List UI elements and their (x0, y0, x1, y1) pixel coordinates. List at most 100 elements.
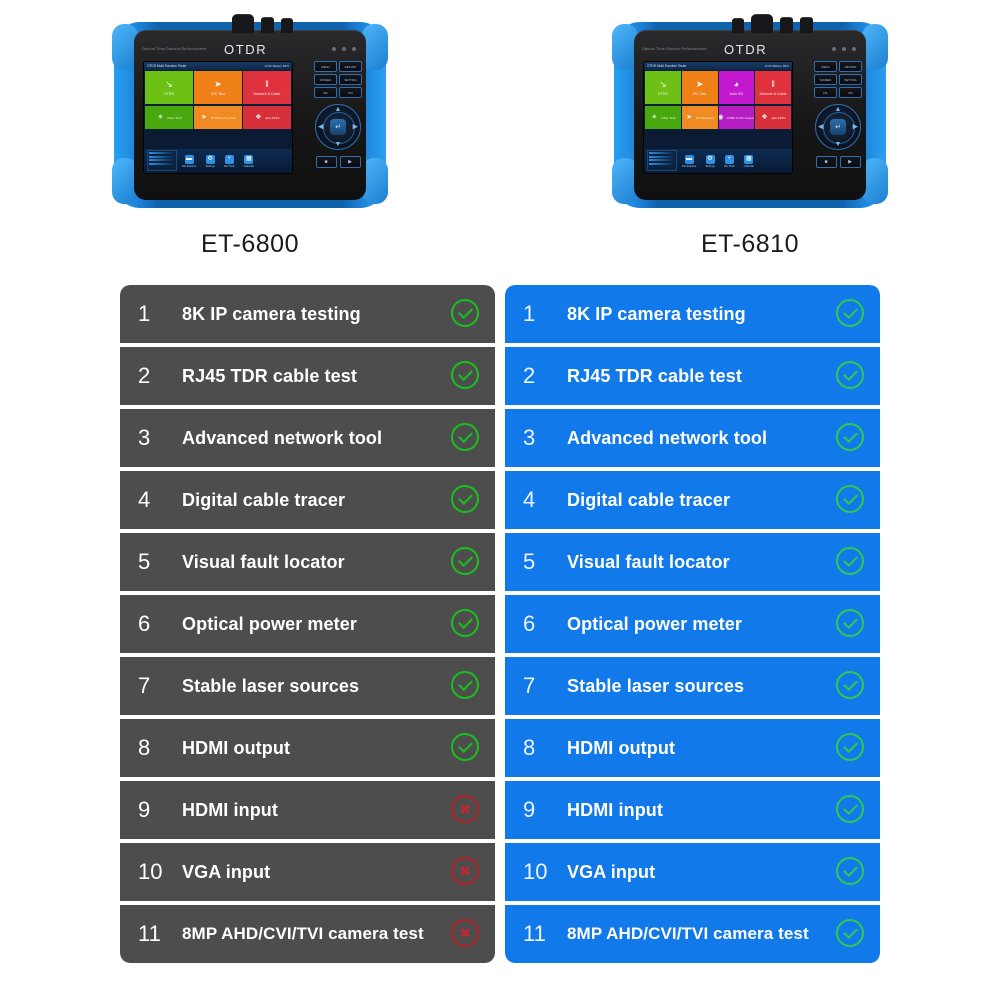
dpad-down-icon[interactable]: ▼ (335, 141, 342, 148)
check-circle-icon (836, 733, 866, 763)
product-label-left: ET-6800 (200, 230, 299, 258)
dock-item[interactable]: ⑂ Net Tools (724, 154, 735, 168)
screen-tile-otdr[interactable]: ↘ OTDR (145, 71, 193, 104)
dpad-navigation[interactable]: ▲ ▼ ◀ ▶ ↵ (315, 104, 361, 150)
screen-tile-ip-discovery[interactable]: ➤ IP Discovery (681, 106, 718, 129)
feature-row-label: Advanced network tool (567, 427, 768, 448)
screen-dock: ▬ File Explorer ⚙ Settings ⑂ Net Tools ▦ Calend… (144, 149, 292, 173)
feature-row: 1 8K IP camera testing (505, 285, 880, 343)
screen-tile-label: IP Discovery (696, 115, 715, 120)
screen-tile-network-cable[interactable]: ‖ Network & Cable (755, 71, 791, 104)
dpad-up-icon[interactable]: ▲ (835, 106, 842, 113)
check-circle-icon (836, 671, 866, 701)
mark-glyph (451, 919, 479, 947)
dpad-up-icon[interactable]: ▲ (335, 106, 342, 113)
screen-tile-apk-apps[interactable]: ❖ Apk APPs (755, 106, 791, 129)
dock-item[interactable]: ⚙ Settings (205, 154, 215, 168)
dock-item[interactable]: ▦ Calendar (744, 154, 754, 168)
keypad-button-setting[interactable]: SETTING (339, 74, 362, 85)
keypad-button-pm[interactable]: PM (339, 87, 362, 98)
keypad-button-[interactable]: ■ (315, 156, 337, 168)
dock-item-label: File Explorer (681, 164, 697, 168)
keypad-button-menu[interactable]: MENU (814, 61, 837, 72)
ipc-camera-icon: ➤ (214, 79, 222, 89)
led-icon (352, 47, 356, 51)
dpad-left-icon[interactable]: ◀ (818, 124, 823, 131)
discovery-icon: ➤ (686, 114, 693, 121)
screen-title: OTDR Multi-Function Tester (647, 64, 687, 68)
dock-item[interactable]: ⑂ Net Tools (224, 154, 235, 168)
feature-row-label: Visual fault locator (182, 551, 345, 572)
mark-glyph (451, 423, 479, 451)
feature-row-number: 3 (138, 425, 151, 450)
mark-glyph (836, 423, 864, 451)
screen-tile-cvbs-hd-coaxial[interactable]: ◉CVBS & HD Coaxial (718, 106, 755, 129)
product-column-right: Optical Time Domain Reflectometer OTDR O… (500, 0, 1000, 282)
screen-tile-label: CVBS & HD Coaxial (726, 115, 755, 120)
screen-tile-label: Network & Cable (253, 92, 281, 96)
feature-row: 3 Advanced network tool (120, 409, 495, 467)
connector-port-icon (281, 18, 293, 33)
dpad-navigation[interactable]: ▲ ▼ ◀ ▶ ↵ (815, 104, 861, 150)
screen-tile-ip-discovery-tool[interactable]: ➤ IP Discovery Tool (194, 106, 242, 129)
brand-subtitle: Optical Time Domain Reflectometer (642, 47, 707, 51)
screen-tile-grid-top: ↘ OTDR ➤ IPC Test ◕ Auto HD ‖ Network & Cable (644, 70, 792, 105)
screen-tile-ipc-test[interactable]: ➤ IPC Test (194, 71, 242, 104)
ipc-camera-icon: ➤ (695, 79, 704, 89)
keypad-button-vfl[interactable]: VFL (314, 87, 337, 98)
mark-glyph (836, 547, 864, 575)
device-screen[interactable]: OTDR Multi-Function Tester 12:06 Battery… (143, 61, 293, 174)
screen-tile-apk-apps[interactable]: ❖ Apk APPs (243, 106, 291, 129)
keypad-button-return[interactable]: RETURN (839, 61, 862, 72)
mark-glyph (451, 609, 479, 637)
screen-status: 12:06 Battery 86% (264, 64, 289, 68)
dpad-right-icon[interactable]: ▶ (853, 124, 858, 131)
feature-row-label: Stable laser sources (182, 675, 360, 696)
feature-row-label: Stable laser sources (567, 675, 745, 696)
screen-tile-fiber-tool[interactable]: ✴ Fiber Tool (645, 106, 681, 129)
dock-item[interactable]: ▦ Calendar (244, 154, 254, 168)
device-screen[interactable]: OTDR Multi-Function Tester 12:06 Battery… (643, 61, 793, 174)
mark-glyph (451, 733, 479, 761)
screen-tile-ipc-test[interactable]: ➤ IPC Test (681, 71, 718, 104)
dpad-right-icon[interactable]: ▶ (353, 124, 358, 131)
screen-tile-network-cable[interactable]: ‖ Network & Cable (243, 71, 291, 104)
keypad-bottom-row: ■ ▶ (814, 156, 862, 168)
mark-glyph (836, 485, 864, 513)
dpad-enter-icon[interactable]: ↵ (330, 119, 346, 135)
feature-row: 9 HDMI input (505, 781, 880, 839)
connector-port-icon (751, 14, 773, 33)
keypad-button-[interactable]: ▶ (339, 156, 361, 168)
keypad-button-vfl[interactable]: VFL (814, 87, 837, 98)
product-label-right: ET-6810 (700, 230, 799, 258)
keypad-button-[interactable]: ■ (815, 156, 837, 168)
screen-tile-auto-hd[interactable]: ◕ Auto HD (718, 71, 755, 104)
keypad-button-menu[interactable]: MENU (314, 61, 337, 72)
keypad-button-return[interactable]: RETURN (339, 61, 362, 72)
keypad-bottom-row: ■ ▶ (314, 156, 362, 168)
keypad-button-screen[interactable]: SCREEN (814, 74, 837, 85)
keypad-button-pm[interactable]: PM (839, 87, 862, 98)
screen-tile-otdr[interactable]: ↘ OTDR (645, 71, 681, 104)
dock-item[interactable]: ▬ File Explorer (182, 154, 196, 168)
dpad-down-icon[interactable]: ▼ (835, 141, 842, 148)
feature-row-number: 9 (138, 797, 151, 822)
dpad-enter-icon[interactable]: ↵ (830, 119, 846, 135)
feature-row: 10 VGA input (120, 843, 495, 901)
keypad-button-[interactable]: ▶ (839, 156, 861, 168)
top-connectors (732, 14, 813, 33)
check-circle-icon (451, 485, 481, 515)
device-brand-row: Optical Time Domain Reflectometer OTDR (142, 38, 358, 60)
keypad-button-setting[interactable]: SETTING (839, 74, 862, 85)
dock-item[interactable]: ⚙ Settings (705, 154, 715, 168)
screen-tile-fiber-tool[interactable]: ✴ Fiber Tool (145, 106, 193, 129)
product-column-left: Optical Time Domain Reflectometer OTDR O… (0, 0, 500, 282)
screen-tile-grid-bottom: ✴ Fiber Tool ➤ IP Discovery Tool ❖ Apk APPs (144, 105, 292, 130)
check-circle-icon (836, 361, 866, 391)
dpad-left-icon[interactable]: ◀ (318, 124, 323, 131)
device-brand-row: Optical Time Domain Reflectometer OTDR (642, 38, 858, 60)
dock-item[interactable]: ▬ File Explorer (681, 154, 697, 168)
keypad-button-screen[interactable]: SCREEN (314, 74, 337, 85)
mark-glyph (836, 919, 864, 947)
check-circle-icon (836, 857, 866, 887)
